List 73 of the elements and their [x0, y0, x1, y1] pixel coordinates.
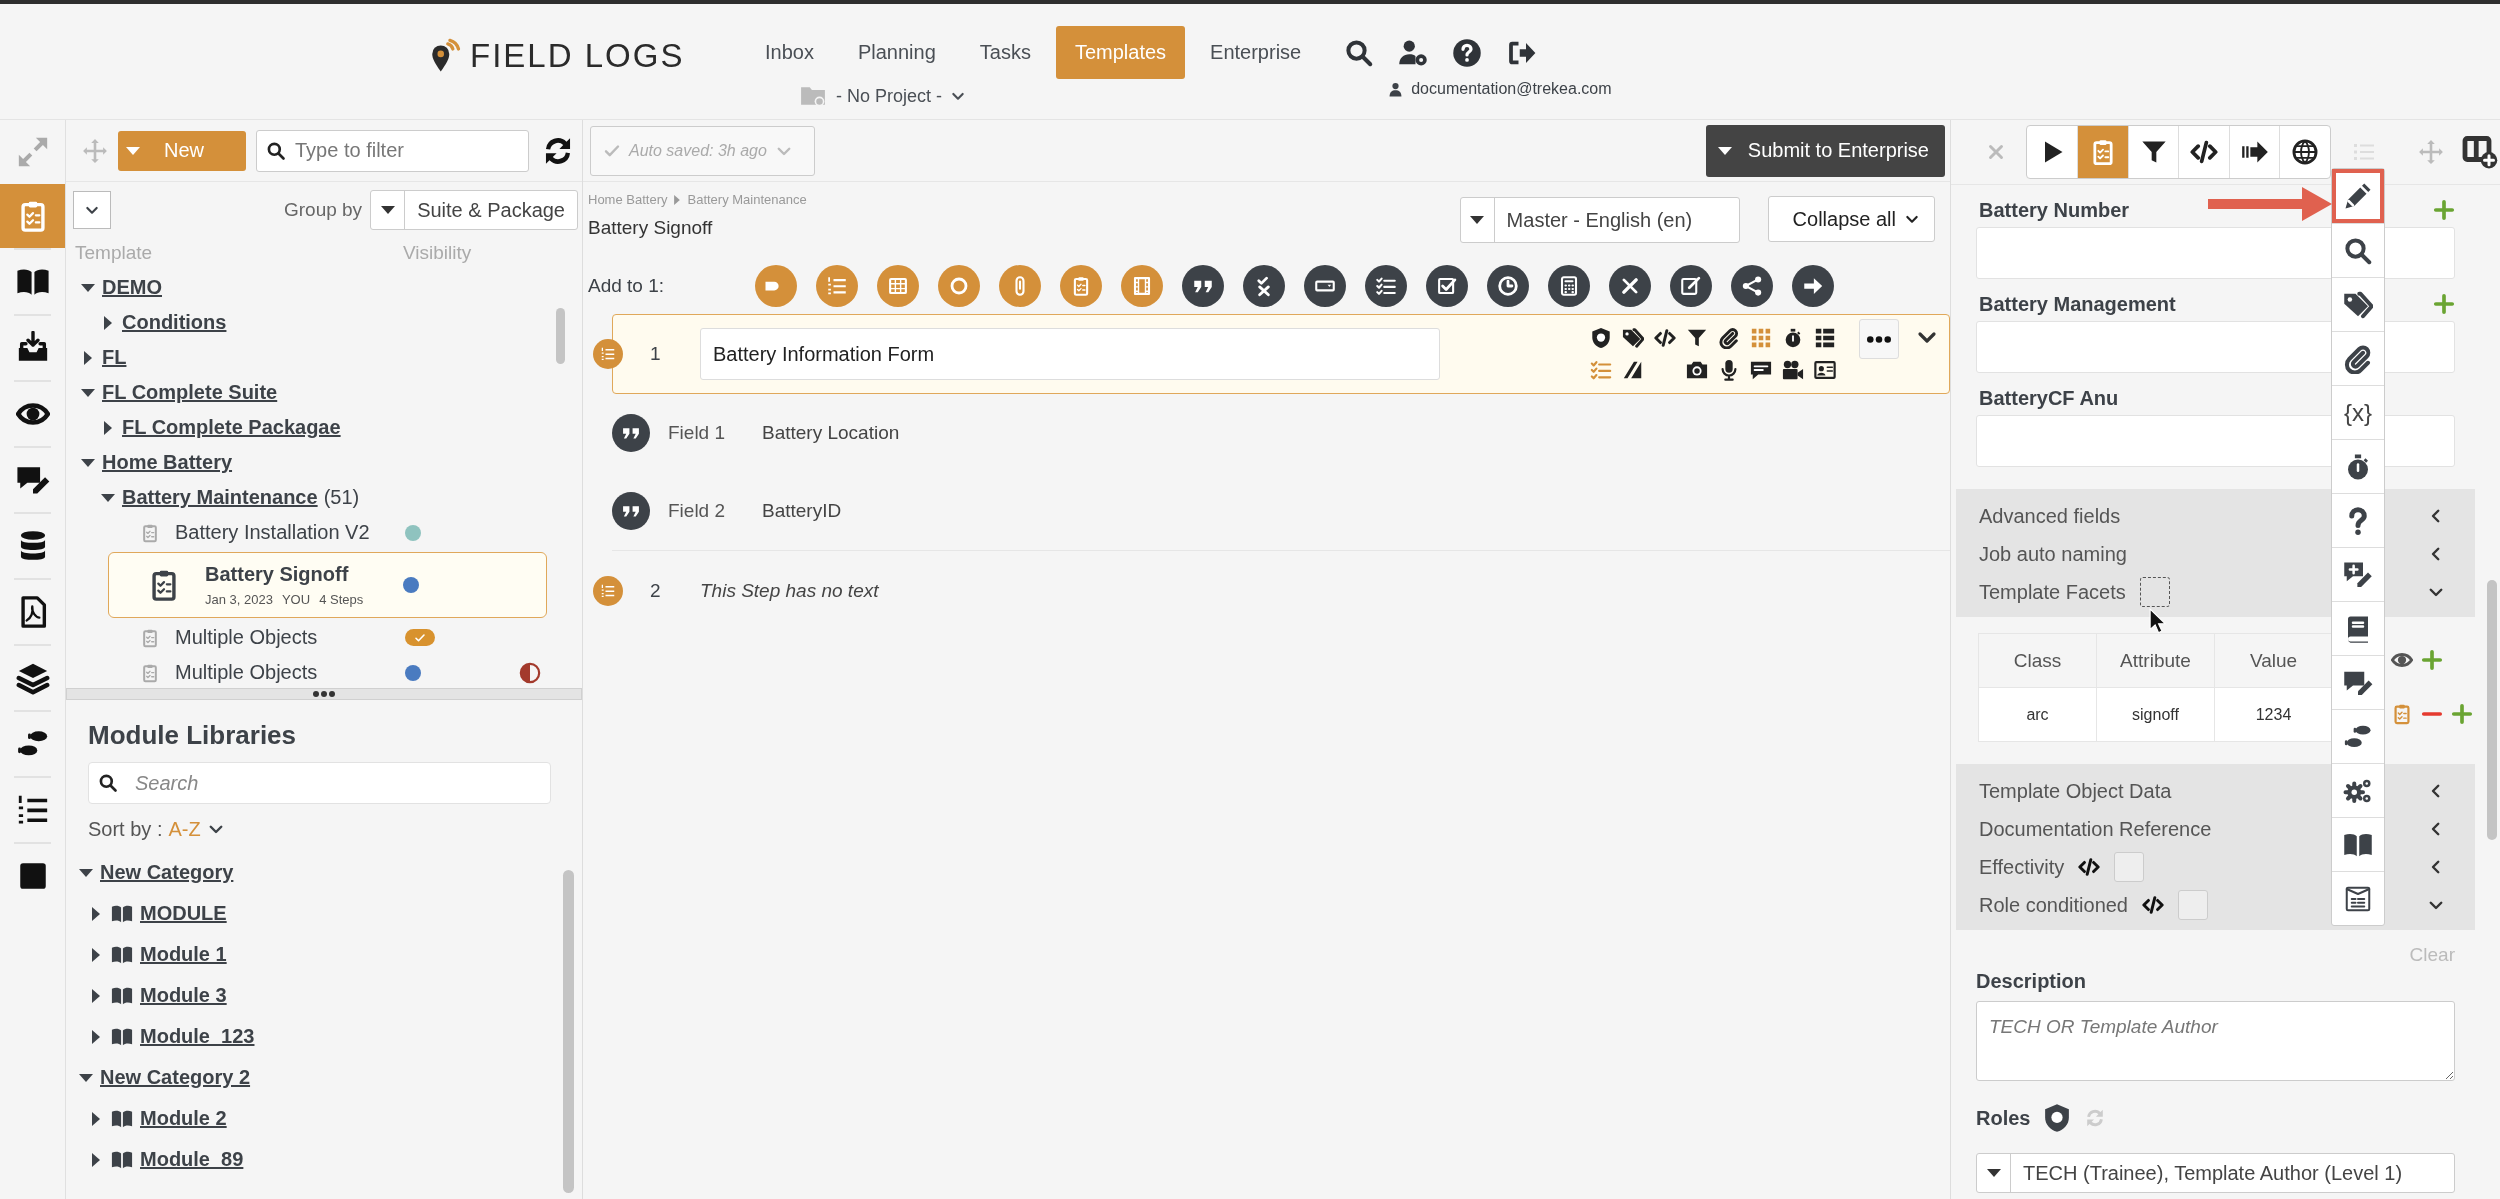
accordion-header[interactable]: Effectivity: [1956, 848, 2475, 886]
tree-link[interactable]: FL Complete Packagae: [122, 416, 341, 439]
template-card[interactable]: Battery Signoff Jan 3, 2023 YOU 4 Steps: [108, 552, 547, 618]
nav-tab[interactable]: Tasks: [960, 26, 1050, 79]
step-title-field[interactable]: Battery Information Form: [700, 328, 1440, 380]
tree-link[interactable]: New Category: [100, 861, 234, 884]
field-name: BatteryID: [762, 500, 842, 522]
tree-link[interactable]: Conditions: [122, 311, 227, 334]
description-field[interactable]: TECH OR Template Author: [1976, 1001, 2455, 1081]
field-label: Field 2: [668, 500, 727, 522]
tree-link[interactable]: New Category 2: [100, 1066, 251, 1089]
accordion-header[interactable]: Template Object Data: [1956, 772, 2475, 810]
template-title: Battery Signoff: [588, 217, 714, 239]
template-title: Battery Signoff: [205, 563, 350, 586]
field-label: Field 1: [668, 422, 727, 444]
language-select[interactable]: Master - English (en): [1459, 197, 1740, 243]
field-label: Battery Management: [1978, 292, 2176, 316]
tree-link[interactable]: Module_123: [140, 1025, 255, 1048]
field-label: Description: [1976, 970, 2088, 993]
step-number: 1: [650, 343, 662, 365]
project-selector[interactable]: - No Project -: [798, 83, 967, 109]
item-count: (51): [323, 486, 360, 509]
tree-link[interactable]: MODULE: [140, 902, 227, 925]
submit-button[interactable]: Submit to Enterprise: [1705, 124, 1945, 177]
section-title: Module Libraries: [88, 720, 298, 752]
tree-link[interactable]: Module 2: [140, 1107, 227, 1130]
column-header: Attribute: [2096, 633, 2215, 688]
search-field[interactable]: Search: [88, 762, 551, 804]
field-label: Roles: [1976, 1106, 2031, 1130]
accordion-header[interactable]: Documentation Reference: [1956, 810, 2475, 848]
collapse-all-button[interactable]: Collapse all: [1767, 196, 1935, 242]
tree-link[interactable]: Module_89: [140, 1148, 244, 1171]
nav-tab[interactable]: Inbox: [746, 26, 833, 79]
column-header: Class: [1978, 633, 2097, 688]
table-cell: signoff: [2096, 687, 2215, 742]
tree-link[interactable]: FL: [102, 346, 127, 369]
template-link[interactable]: Battery Installation V2: [175, 521, 405, 544]
template-meta: Jan 3, 2023: [205, 592, 273, 607]
tree-link[interactable]: DEMO: [102, 276, 162, 299]
column-header: Value: [2214, 633, 2333, 688]
step-number: 2: [650, 580, 662, 602]
tool-button[interactable]: {x}: [2332, 385, 2384, 439]
template-meta: YOU: [281, 592, 311, 607]
logo-text: FIELD LOGS: [470, 37, 685, 75]
step-row[interactable]: 2 This Step has no text: [612, 551, 1950, 631]
accordion-header[interactable]: Advanced fields: [1956, 497, 2475, 535]
template-meta: 4 Steps: [319, 592, 364, 607]
tree-link[interactable]: Module 3: [140, 984, 227, 1007]
column-header: Template: [75, 242, 154, 264]
template-link[interactable]: Multiple Objects: [175, 626, 405, 649]
nav-tab[interactable]: Planning: [838, 26, 955, 79]
roles-select[interactable]: TECH (Trainee), Template Author (Level 1): [1976, 1153, 2455, 1193]
sort-label: Sort by :: [88, 817, 163, 841]
step-row[interactable]: 1 Battery Information Form: [612, 314, 1950, 394]
group-by-label: Group by: [283, 199, 363, 221]
accordion-header[interactable]: Job auto naming: [1956, 535, 2475, 573]
nav-tab[interactable]: Enterprise: [1191, 26, 1321, 79]
empty-step-text: This Step has no text: [700, 580, 879, 602]
table-cell: arc: [1978, 687, 2097, 742]
group-by-select[interactable]: Suite & Package: [370, 190, 578, 230]
field-label: Battery Number: [1978, 198, 2130, 222]
tree-link[interactable]: Home Battery: [102, 451, 233, 474]
tree-link[interactable]: FL Complete Suite: [102, 381, 278, 404]
column-header: Visibility: [403, 242, 473, 264]
field-label: BatteryCF Anu: [1978, 386, 2119, 410]
field-name: Battery Location: [762, 422, 900, 444]
filter-field[interactable]: Type to filter: [256, 129, 529, 172]
user-email: documentation@trekea.com: [1411, 80, 1612, 98]
tree-link[interactable]: Battery Maintenance: [122, 486, 318, 509]
template-link[interactable]: Multiple Objects: [175, 661, 405, 684]
tree-link[interactable]: Module 1: [140, 943, 227, 966]
accordion-header[interactable]: Role conditioned: [1956, 886, 2475, 924]
add-label: Add to 1:: [588, 275, 666, 297]
